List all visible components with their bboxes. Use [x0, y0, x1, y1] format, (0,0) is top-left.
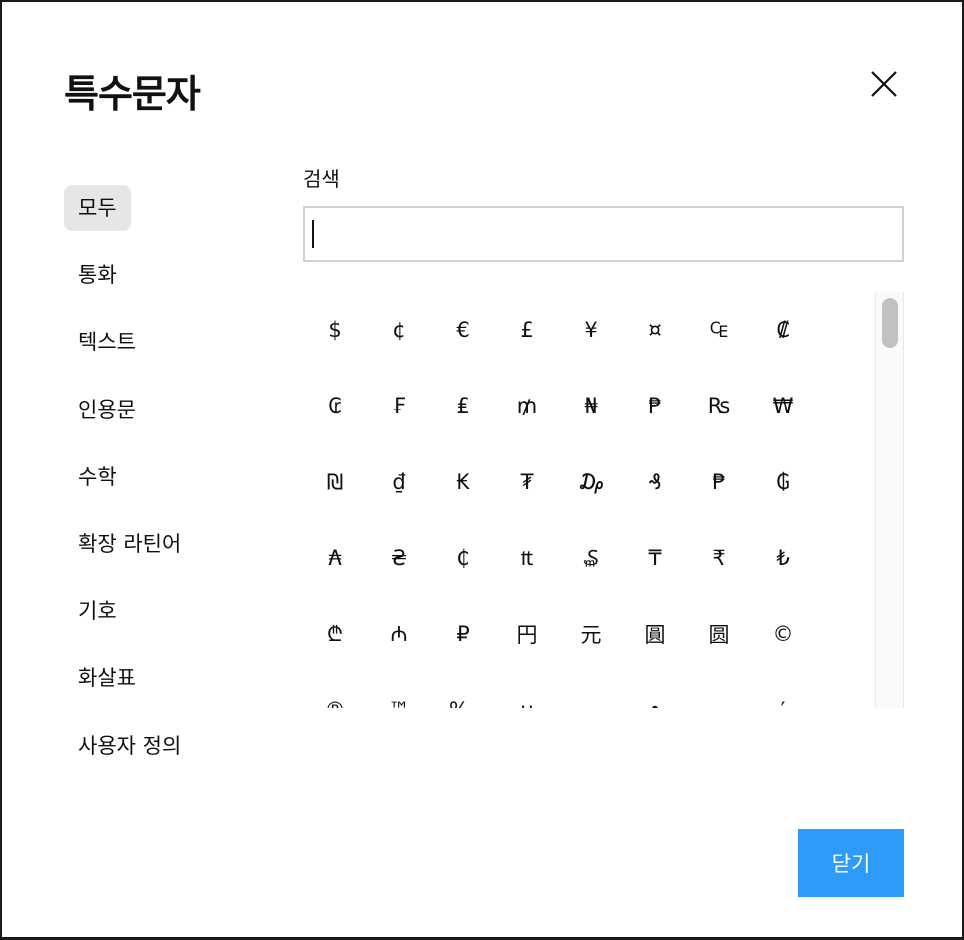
symbol-cell[interactable]: ₤ — [431, 368, 495, 444]
search-label: 검색 — [303, 167, 340, 191]
symbol-cell[interactable]: · — [559, 672, 623, 708]
symbol-cell[interactable]: ₵ — [431, 520, 495, 596]
sidebar-item-currency[interactable]: 통화 — [64, 251, 264, 299]
sidebar-item-all[interactable]: 모두 — [64, 184, 264, 232]
sidebar-item-label: 텍스트 — [78, 330, 136, 355]
symbol-cell[interactable]: … — [687, 672, 751, 708]
symbol-cell[interactable]: ₥ — [495, 368, 559, 444]
symbol-cell[interactable]: ₫ — [367, 444, 431, 520]
symbol-cell[interactable]: ¥ — [559, 292, 623, 368]
symbol-cell[interactable]: µ — [495, 672, 559, 708]
sidebar-item-label: 모두 — [64, 185, 131, 231]
sidebar-item-label: 통화 — [78, 263, 117, 288]
symbol-cell[interactable]: ₣ — [367, 368, 431, 444]
symbol-cell[interactable]: ₦ — [559, 368, 623, 444]
sidebar-item-math[interactable]: 수학 — [64, 453, 264, 501]
symbol-cell[interactable]: ₩ — [751, 368, 815, 444]
symbol-cell[interactable]: ₾ — [303, 596, 367, 672]
symbol-cell[interactable]: ₺ — [751, 520, 815, 596]
symbol-cell[interactable]: ₪ — [303, 444, 367, 520]
symbol-cell[interactable]: ₶ — [495, 520, 559, 596]
category-sidebar: 모두 통화 텍스트 인용문 수학 확장 라틴어 기호 화살표 사용자 정의 — [64, 184, 264, 789]
symbol-cell[interactable]: ® — [303, 672, 367, 708]
symbol-cell[interactable]: ₲ — [751, 444, 815, 520]
sidebar-item-text[interactable]: 텍스트 — [64, 318, 264, 366]
symbol-cell[interactable]: © — [751, 596, 815, 672]
sidebar-item-label: 확장 라틴어 — [78, 531, 182, 556]
symbol-cell[interactable]: £ — [495, 292, 559, 368]
close-icon[interactable] — [864, 64, 904, 104]
sidebar-item-quotes[interactable]: 인용문 — [64, 386, 264, 434]
symbol-cell[interactable]: 元 — [559, 596, 623, 672]
sidebar-item-label: 수학 — [78, 464, 117, 489]
text-caret — [312, 220, 314, 248]
search-input[interactable] — [303, 206, 904, 262]
symbol-cell[interactable]: ₭ — [431, 444, 495, 520]
sidebar-item-label: 기호 — [78, 599, 117, 624]
symbol-cell[interactable]: 圓 — [623, 596, 687, 672]
symbol-cell[interactable]: ₹ — [687, 520, 751, 596]
symbol-cell[interactable]: ₯ — [559, 444, 623, 520]
sidebar-item-custom[interactable]: 사용자 정의 — [64, 722, 264, 770]
symbol-cell[interactable]: 円 — [495, 596, 559, 672]
symbol-cell[interactable]: ₱ — [687, 444, 751, 520]
symbol-cell[interactable]: ₰ — [623, 444, 687, 520]
sidebar-item-extended-latin[interactable]: 확장 라틴어 — [64, 520, 264, 568]
symbol-cell[interactable]: ₮ — [495, 444, 559, 520]
special-characters-dialog: 특수문자 모두 통화 텍스트 인용문 수학 확장 라틴어 기호 화살표 사용자 … — [0, 0, 964, 940]
symbol-cell[interactable]: ₠ — [687, 292, 751, 368]
symbol-cell[interactable]: ₸ — [623, 520, 687, 596]
symbol-cell[interactable]: ™ — [367, 672, 431, 708]
symbol-cell[interactable]: € — [431, 292, 495, 368]
symbol-cell[interactable]: ′ — [751, 672, 815, 708]
symbol-grid-viewport: $ ¢ € £ ¥ ¤ ₠ ₡ ₢ ₣ ₤ ₥ ₦ ₱ ₨ ₩ ₪ ₫ ₭ ₮ ₯ ₰ ₱ ₲ ₳ ₴ ₵ ₶ ₷ ₸ ₹ ₺ ₾ ₼ ₽ 円元圓圆 ©… — [303, 292, 875, 708]
symbol-cell[interactable]: • — [623, 672, 687, 708]
symbol-cell[interactable]: ¤ — [623, 292, 687, 368]
symbol-cell[interactable]: ₴ — [367, 520, 431, 596]
symbol-grid: $ ¢ € £ ¥ ¤ ₠ ₡ ₢ ₣ ₤ ₥ ₦ ₱ ₨ ₩ ₪ ₫ ₭ ₮ ₯ ₰ ₱ ₲ ₳ ₴ ₵ ₶ ₷ ₸ ₹ ₺ ₾ ₼ ₽ 円元圓圆 ©… — [303, 292, 815, 708]
scrollbar-thumb[interactable] — [882, 298, 898, 348]
symbol-cell[interactable]: $ — [303, 292, 367, 368]
sidebar-item-label: 화살표 — [78, 666, 136, 691]
symbol-cell[interactable]: ₼ — [367, 596, 431, 672]
symbol-cell[interactable]: 圆 — [687, 596, 751, 672]
symbol-cell[interactable]: ₡ — [751, 292, 815, 368]
close-icon-glyph — [871, 71, 897, 97]
sidebar-item-symbols[interactable]: 기호 — [64, 587, 264, 635]
symbol-cell[interactable]: ₱ — [623, 368, 687, 444]
symbol-cell[interactable]: ₳ — [303, 520, 367, 596]
symbol-cell[interactable]: ‰ — [431, 672, 495, 708]
sidebar-item-arrows[interactable]: 화살표 — [64, 654, 264, 702]
close-button[interactable]: 닫기 — [798, 829, 904, 897]
sidebar-item-label: 사용자 정의 — [78, 733, 182, 758]
scrollbar[interactable] — [875, 292, 904, 708]
dialog-title: 특수문자 — [64, 72, 201, 116]
symbol-cell[interactable]: ₨ — [687, 368, 751, 444]
symbol-cell[interactable]: ¢ — [367, 292, 431, 368]
symbol-cell[interactable]: ₽ — [431, 596, 495, 672]
symbol-cell[interactable]: ₢ — [303, 368, 367, 444]
symbol-cell[interactable]: ₷ — [559, 520, 623, 596]
sidebar-item-label: 인용문 — [78, 397, 136, 422]
